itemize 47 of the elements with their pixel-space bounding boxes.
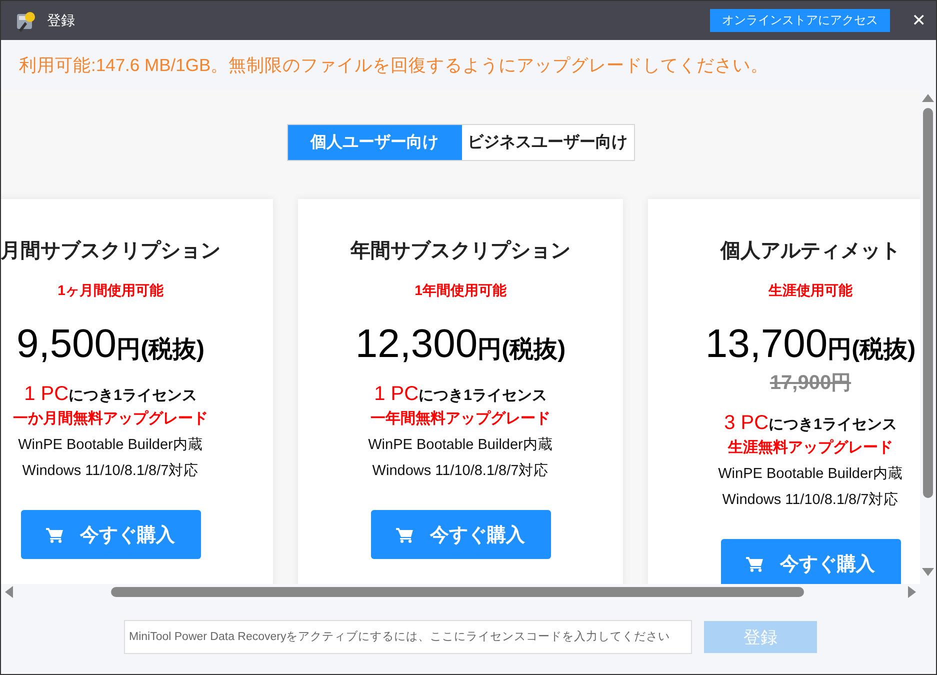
plan-period: 1年間使用可能 bbox=[414, 282, 506, 300]
plan-period: 1ヶ月間使用可能 bbox=[58, 282, 164, 300]
buy-button[interactable]: 今すぐ購入 bbox=[720, 539, 900, 584]
upgrade-note: 一年間無料アップグレード bbox=[370, 409, 550, 428]
price-amount: 9,500 bbox=[16, 322, 117, 367]
scrollbar-thumb[interactable] bbox=[111, 587, 804, 597]
cart-icon bbox=[746, 556, 764, 572]
upgrade-note: 一か月間無料アップグレード bbox=[13, 409, 208, 428]
feature-text: Windows 11/10/8.1/8/7対応 bbox=[372, 462, 549, 480]
license-text: につき1ライセンス bbox=[768, 415, 897, 434]
close-button[interactable]: ✕ bbox=[912, 10, 926, 30]
scroll-right-icon[interactable] bbox=[908, 586, 916, 598]
tab[interactable]: ビジネスユーザー向け bbox=[462, 125, 634, 160]
feature-text: Windows 11/10/8.1/8/7対応 bbox=[722, 490, 899, 509]
license-count: 1 PC bbox=[24, 383, 69, 406]
license-text: につき1ライセンス bbox=[418, 386, 547, 405]
plan-period: 生涯使用可能 bbox=[768, 282, 852, 300]
usage-notice: 利用可能:147.6 MB/1GB。無制限のファイルを回復するようにアップグレードしてください。 bbox=[18, 54, 770, 77]
old-price: 17,900円 bbox=[770, 371, 852, 396]
buy-button[interactable]: 今すぐ購入 bbox=[20, 510, 200, 559]
cart-icon bbox=[46, 526, 64, 542]
feature-text: WinPE Bootable Builder内蔵 bbox=[18, 436, 203, 454]
store-button[interactable]: オンラインストアにアクセス bbox=[710, 9, 890, 32]
plan-name: 年間サブスクリプション bbox=[350, 238, 570, 264]
license-count: 3 PC bbox=[724, 412, 769, 435]
price-unit: 円(税抜) bbox=[828, 335, 916, 365]
plan-name: 個人アルティメット bbox=[720, 239, 900, 264]
feature-text: WinPE Bootable Builder内蔵 bbox=[368, 436, 553, 454]
license-count: 1 PC bbox=[374, 383, 419, 406]
price-unit: 円(税抜) bbox=[478, 335, 566, 365]
license-text: につき1ライセンス bbox=[68, 386, 197, 405]
feature-text: WinPE Bootable Builder内蔵 bbox=[718, 465, 903, 483]
scroll-up-icon[interactable] bbox=[922, 94, 934, 102]
price-unit: 円(税抜) bbox=[116, 335, 205, 365]
price-amount: 13,700 bbox=[705, 322, 828, 367]
app-logo-icon bbox=[15, 10, 37, 32]
scroll-left-icon[interactable] bbox=[5, 586, 13, 598]
license-code-field[interactable]: MiniTool Power Data Recoveryをアクティブにするには、ここにライセンスコードを入力してください bbox=[124, 620, 692, 654]
tab[interactable]: 個人ユーザー向け bbox=[288, 125, 462, 160]
buy-button[interactable]: 今すぐ購入 bbox=[370, 510, 550, 559]
cart-icon bbox=[396, 526, 414, 542]
scrollbar-thumb[interactable] bbox=[923, 108, 933, 498]
feature-text: Windows 11/10/8.1/8/7対応 bbox=[22, 462, 199, 480]
window-title: 登録 bbox=[47, 12, 76, 30]
scroll-down-icon[interactable] bbox=[922, 568, 934, 576]
price-amount: 12,300 bbox=[355, 322, 478, 367]
upgrade-note: 生涯無料アップグレード bbox=[728, 438, 893, 457]
